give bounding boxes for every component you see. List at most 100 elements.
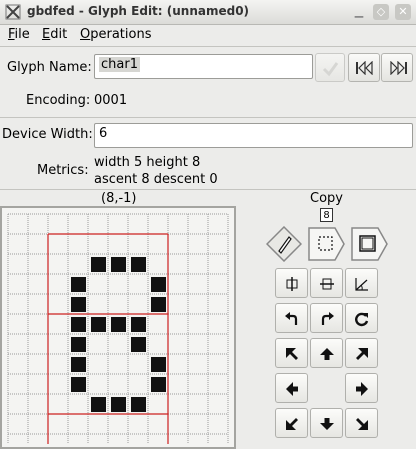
glyph-pixel-off[interactable]	[11, 317, 26, 332]
glyph-pixel-off[interactable]	[211, 297, 226, 312]
glyph-pixel-off[interactable]	[211, 237, 226, 252]
glyph-pixel-off[interactable]	[171, 397, 186, 412]
glyph-pixel-off[interactable]	[151, 397, 166, 412]
glyph-pixel-off[interactable]	[191, 437, 206, 444]
glyph-pixel-off[interactable]	[171, 217, 186, 232]
glyph-pixel-on[interactable]	[71, 377, 86, 392]
shift-up-button[interactable]	[310, 338, 343, 368]
glyph-pixel-off[interactable]	[191, 417, 206, 432]
glyph-pixel-on[interactable]	[151, 277, 166, 292]
glyph-pixel-on[interactable]	[131, 257, 146, 272]
glyph-pixel-off[interactable]	[151, 317, 166, 332]
shift-up-left-button[interactable]	[275, 338, 308, 368]
shift-right-button[interactable]	[345, 373, 378, 403]
glyph-pixel-off[interactable]	[31, 297, 46, 312]
flip-horizontal-button[interactable]	[275, 268, 308, 298]
glyph-pixel-off[interactable]	[171, 297, 186, 312]
glyph-pixel-off[interactable]	[191, 317, 206, 332]
glyph-pixel-on[interactable]	[91, 397, 106, 412]
glyph-pixel-on[interactable]	[91, 257, 106, 272]
glyph-pixel-off[interactable]	[31, 417, 46, 432]
glyph-pixel-off[interactable]	[191, 397, 206, 412]
glyph-pixel-off[interactable]	[131, 437, 146, 444]
title-bar[interactable]: gbdfed - Glyph Edit: (unnamed0) ▁ ◇ ✕	[0, 0, 416, 25]
copy-tool-button[interactable]	[350, 226, 388, 262]
rotate-left-button[interactable]	[275, 303, 308, 333]
glyph-pixel-off[interactable]	[71, 437, 86, 444]
glyph-pixel-off[interactable]	[131, 357, 146, 372]
shift-left-button[interactable]	[275, 373, 308, 403]
device-width-field[interactable]: 6	[94, 123, 413, 148]
glyph-pixel-off[interactable]	[111, 297, 126, 312]
glyph-pixel-off[interactable]	[51, 317, 66, 332]
glyph-pixel-off[interactable]	[131, 237, 146, 252]
shift-up-right-button[interactable]	[345, 338, 378, 368]
glyph-pixel-off[interactable]	[151, 337, 166, 352]
glyph-pixel-on[interactable]	[131, 397, 146, 412]
glyph-pixel-off[interactable]	[11, 377, 26, 392]
glyph-pixel-off[interactable]	[91, 217, 106, 232]
minimize-icon[interactable]: ▁	[351, 4, 367, 20]
glyph-pixel-off[interactable]	[31, 337, 46, 352]
glyph-pixel-on[interactable]	[131, 317, 146, 332]
glyph-pixel-off[interactable]	[51, 417, 66, 432]
glyph-pixel-off[interactable]	[171, 277, 186, 292]
glyph-pixel-off[interactable]	[31, 237, 46, 252]
glyph-pixel-off[interactable]	[111, 437, 126, 444]
glyph-pixel-off[interactable]	[191, 297, 206, 312]
glyph-pixel-on[interactable]	[111, 257, 126, 272]
glyph-pixel-off[interactable]	[111, 337, 126, 352]
glyph-pixel-on[interactable]	[71, 317, 86, 332]
glyph-pixel-off[interactable]	[11, 257, 26, 272]
glyph-pixel-on[interactable]	[151, 297, 166, 312]
glyph-pixel-off[interactable]	[111, 417, 126, 432]
glyph-pixel-off[interactable]	[211, 317, 226, 332]
glyph-pixel-on[interactable]	[131, 337, 146, 352]
glyph-pixel-off[interactable]	[91, 337, 106, 352]
shear-button[interactable]	[345, 268, 378, 298]
glyph-pixel-off[interactable]	[31, 217, 46, 232]
glyph-pixel-off[interactable]	[11, 337, 26, 352]
glyph-pixel-off[interactable]	[31, 317, 46, 332]
glyph-pixel-off[interactable]	[11, 297, 26, 312]
glyph-pixel-off[interactable]	[11, 217, 26, 232]
glyph-pixel-off[interactable]	[51, 237, 66, 252]
glyph-pixel-off[interactable]	[211, 437, 226, 444]
glyph-pixel-off[interactable]	[191, 337, 206, 352]
glyph-pixel-off[interactable]	[191, 217, 206, 232]
glyph-pixel-off[interactable]	[131, 277, 146, 292]
shift-down-button[interactable]	[310, 408, 343, 438]
glyph-pixel-off[interactable]	[211, 397, 226, 412]
glyph-pixel-off[interactable]	[91, 297, 106, 312]
close-icon[interactable]: ✕	[395, 4, 411, 20]
glyph-pixel-on[interactable]	[71, 297, 86, 312]
glyph-pixel-off[interactable]	[131, 217, 146, 232]
glyph-pixel-off[interactable]	[71, 217, 86, 232]
glyph-pixel-off[interactable]	[91, 357, 106, 372]
glyph-pixel-off[interactable]	[71, 397, 86, 412]
glyph-pixel-off[interactable]	[31, 377, 46, 392]
glyph-pixel-off[interactable]	[131, 377, 146, 392]
glyph-pixel-off[interactable]	[171, 417, 186, 432]
glyph-pixel-off[interactable]	[151, 217, 166, 232]
glyph-name-field[interactable]: char1	[94, 54, 313, 79]
glyph-pixel-off[interactable]	[211, 337, 226, 352]
glyph-pixel-off[interactable]	[31, 357, 46, 372]
glyph-pixel-off[interactable]	[51, 337, 66, 352]
glyph-pixel-off[interactable]	[91, 437, 106, 444]
glyph-pixel-off[interactable]	[211, 417, 226, 432]
next-glyph-button[interactable]	[381, 53, 413, 82]
glyph-pixel-off[interactable]	[31, 437, 46, 444]
glyph-pixel-off[interactable]	[171, 357, 186, 372]
glyph-pixel-off[interactable]	[191, 257, 206, 272]
flip-vertical-button[interactable]	[310, 268, 343, 298]
glyph-pixel-off[interactable]	[131, 417, 146, 432]
glyph-pixel-on[interactable]	[91, 317, 106, 332]
rotate-right-button[interactable]	[310, 303, 343, 333]
glyph-pixel-off[interactable]	[31, 397, 46, 412]
glyph-pixel-off[interactable]	[51, 257, 66, 272]
glyph-pixel-off[interactable]	[191, 377, 206, 392]
glyph-bitmap-grid[interactable]	[6, 212, 230, 444]
draw-tool-button[interactable]	[266, 226, 302, 262]
glyph-pixel-on[interactable]	[151, 377, 166, 392]
